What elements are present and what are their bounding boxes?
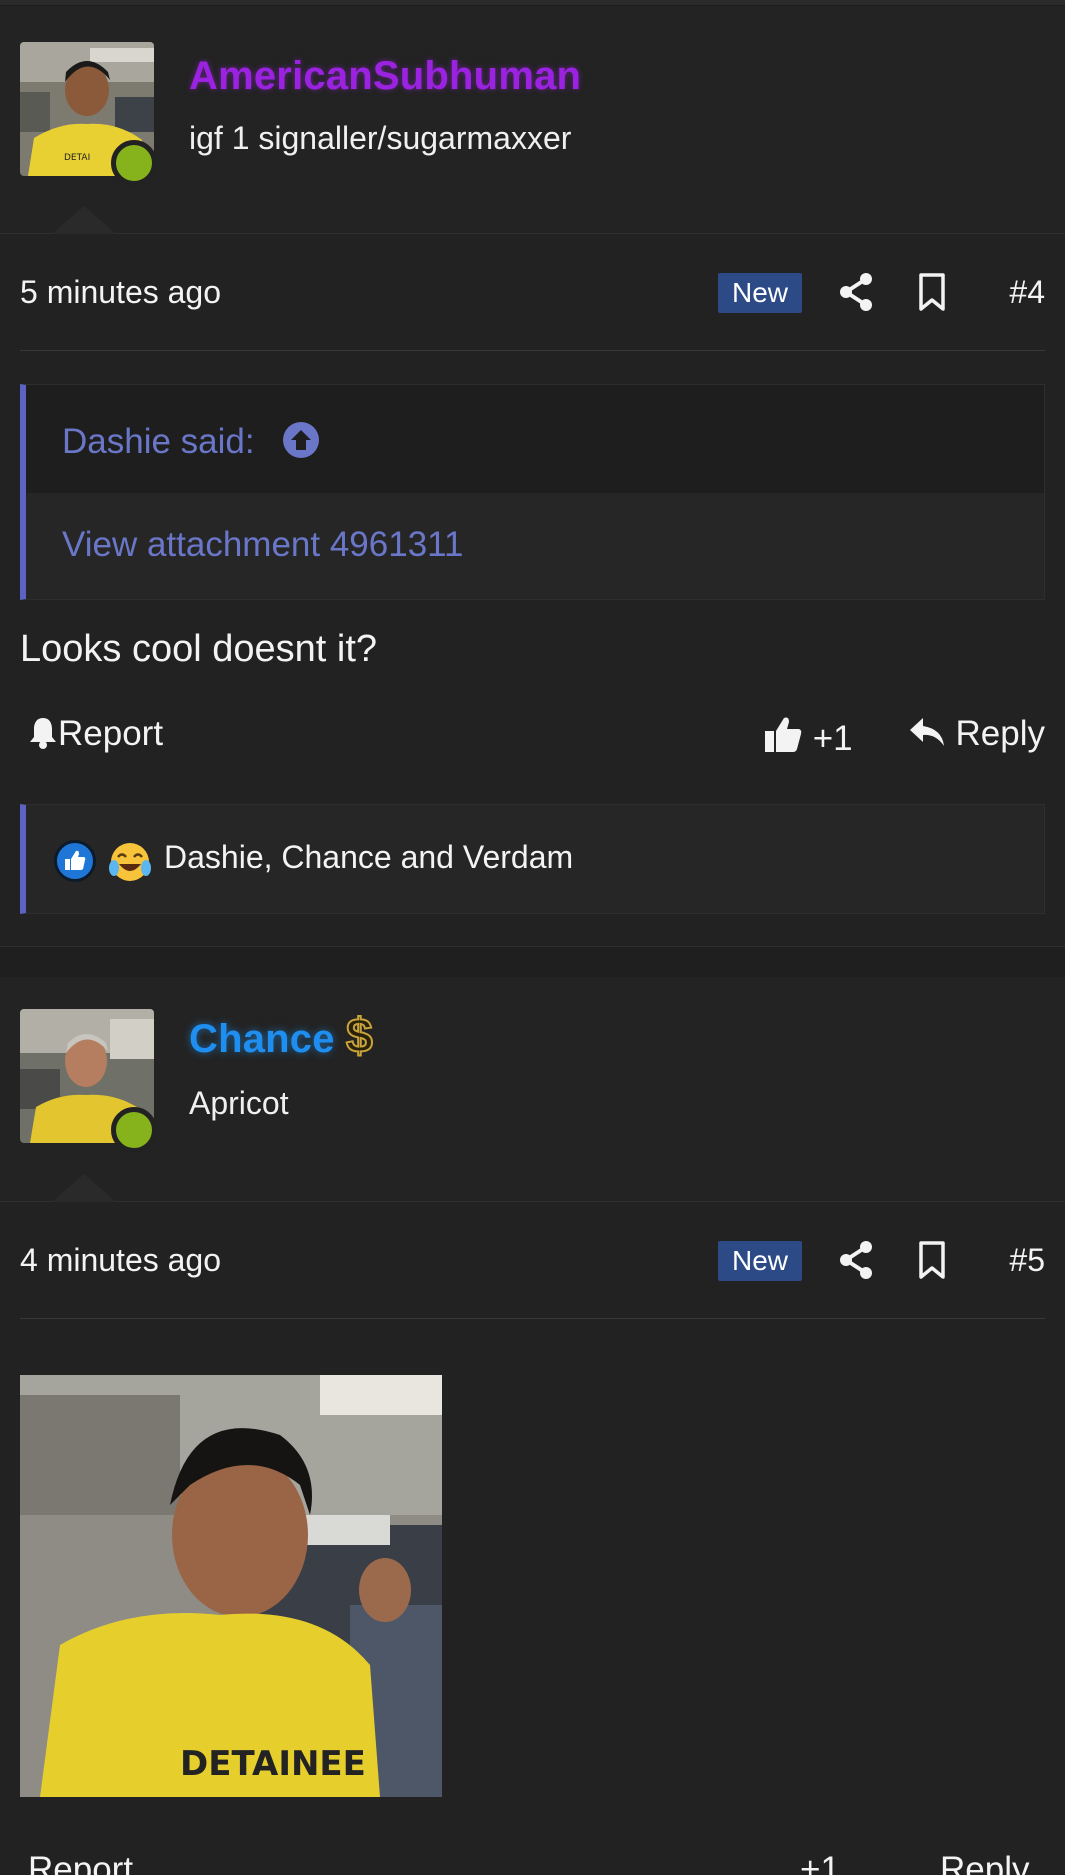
- post-user-header: Chance $ Apricot: [0, 977, 1065, 1202]
- post-gap: [0, 947, 1065, 977]
- attachment-link[interactable]: View attachment 4961311: [62, 525, 464, 565]
- new-badge: New: [718, 1241, 802, 1281]
- thumbs-up-icon: [765, 717, 802, 752]
- post-actions: Report +1 Reply: [20, 680, 1045, 778]
- like-count[interactable]: +1: [800, 1850, 840, 1875]
- post-image-attachment[interactable]: DETAINEE: [20, 1375, 442, 1797]
- like-count: +1: [812, 719, 853, 758]
- post-separator: [0, 914, 1065, 947]
- user-title: Apricot: [189, 1085, 289, 1121]
- username[interactable]: AmericanSubhuman: [189, 54, 581, 99]
- reply-label[interactable]: Reply: [940, 1850, 1029, 1875]
- post-timestamp[interactable]: 5 minutes ago: [20, 274, 221, 311]
- avatar[interactable]: DETAI: [20, 42, 157, 186]
- laughing-crying-emoji-icon: [109, 843, 151, 881]
- bell-icon: [30, 718, 56, 749]
- post-number[interactable]: #5: [1009, 1242, 1045, 1279]
- header-pointer: [52, 1174, 116, 1202]
- svg-text:DETAI: DETAI: [64, 153, 90, 163]
- quote-body: View attachment 4961311: [26, 493, 1044, 599]
- reply-label: Reply: [955, 714, 1045, 753]
- avatar[interactable]: [20, 1009, 157, 1153]
- post-number[interactable]: #4: [1009, 274, 1045, 311]
- post-meta-bar: 5 minutes ago New #4: [20, 234, 1045, 351]
- header-pointer: [52, 206, 116, 234]
- user-title: igf 1 signaller/sugarmaxxer: [189, 120, 572, 156]
- report-label: Report: [58, 714, 164, 753]
- reactions-bar[interactable]: Dashie, Chance and Verdam: [20, 804, 1045, 914]
- like-button[interactable]: +1: [763, 714, 853, 759]
- reply-arrow-icon: [909, 718, 944, 746]
- post-meta-bar: 4 minutes ago New #5: [20, 1202, 1045, 1319]
- bookmark-icon[interactable]: [916, 1240, 948, 1280]
- quote-author[interactable]: Dashie said:: [62, 422, 255, 462]
- like-reaction-icon: [54, 840, 96, 882]
- share-icon[interactable]: [838, 272, 874, 312]
- online-status-indicator: [111, 140, 157, 186]
- new-badge: New: [718, 273, 802, 313]
- reaction-users[interactable]: Dashie, Chance and Verdam: [164, 839, 573, 876]
- quote-header: Dashie said:: [26, 385, 1044, 493]
- next-actions-partial: Report +1 Reply: [0, 1844, 1065, 1875]
- report-button[interactable]: Report: [28, 714, 163, 754]
- dollar-badge-icon: $: [345, 1009, 374, 1064]
- post-user-header: DETAI AmericanSubhuman igf 1 signaller/s…: [0, 6, 1065, 234]
- thread-page: DETAI AmericanSubhuman igf 1 signaller/s…: [0, 0, 1065, 1875]
- post-message: Looks cool doesnt it?: [20, 628, 378, 670]
- share-icon[interactable]: [838, 1240, 874, 1280]
- online-status-indicator: [111, 1107, 157, 1153]
- post-timestamp[interactable]: 4 minutes ago: [20, 1242, 221, 1279]
- arrow-up-circle-icon[interactable]: [282, 421, 320, 459]
- report-label[interactable]: Report: [28, 1850, 133, 1875]
- reply-button[interactable]: Reply: [908, 714, 1045, 754]
- bookmark-icon[interactable]: [916, 272, 948, 312]
- svg-text:DETAINEE: DETAINEE: [180, 1744, 366, 1784]
- username[interactable]: Chance: [189, 1017, 335, 1062]
- quote-block: Dashie said: View attachment 4961311: [20, 384, 1045, 600]
